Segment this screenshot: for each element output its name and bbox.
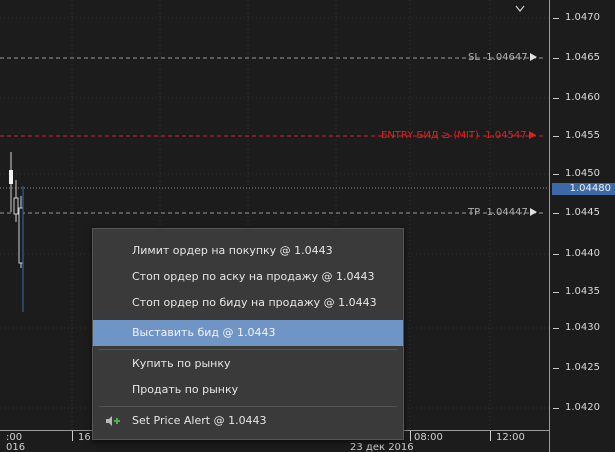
time-label: 08:00 [414, 432, 443, 443]
time-label: 12:00 [496, 432, 525, 443]
menu-item-place-bid[interactable]: Выставить бид @ 1.0443 [93, 320, 403, 346]
flag-icon [529, 208, 537, 216]
time-label: 16 [78, 432, 91, 443]
tp-label: TP [468, 207, 481, 218]
set-price-alert-label: Set Price Alert @ 1.0443 [132, 414, 267, 427]
candles [9, 152, 24, 312]
sl-label: SL [468, 52, 480, 63]
chart-window: SL 1.04647 ENTRY БИД ≥ (MIT) 1.04547 TP … [0, 0, 615, 452]
flag-icon [529, 53, 537, 61]
menu-item-buy-market[interactable]: Купить по рынку [93, 351, 403, 377]
date-label: 23 дек 2016 [350, 442, 414, 452]
menu-separator [99, 349, 397, 350]
speaker-plus-icon [106, 416, 120, 426]
context-menu: Лимит ордер на покупку @ 1.0443 Стоп орд… [92, 228, 404, 440]
menu-item-sell-market[interactable]: Продать по рынку [93, 377, 403, 403]
price-axis[interactable]: 1.0470 1.0465 1.0460 1.0455 1.0450 1.044… [549, 0, 615, 452]
tp-price: 1.04447 [486, 207, 528, 218]
sl-line-label[interactable]: SL 1.04647 [468, 52, 537, 64]
time-separator [72, 431, 73, 441]
menu-item-buy-limit[interactable]: Лимит ордер на покупку @ 1.0443 [93, 238, 403, 264]
entry-label: ENTRY БИД ≥ (MIT) [381, 130, 479, 141]
flag-icon [528, 131, 536, 139]
date-label: 016 [6, 442, 26, 452]
sl-price: 1.04647 [486, 52, 528, 63]
entry-price: 1.04547 [485, 130, 527, 141]
time-separator [410, 431, 411, 441]
menu-separator [99, 406, 397, 407]
menu-item-sell-stop-bid[interactable]: Стоп ордер по биду на продажу @ 1.0443 [93, 290, 403, 316]
menu-item-set-price-alert[interactable]: Set Price Alert @ 1.0443 [93, 408, 403, 434]
current-price-tag: 1.04480 [552, 183, 615, 195]
menu-item-sell-stop-ask[interactable]: Стоп ордер по аску на продажу @ 1.0443 [93, 264, 403, 290]
tp-line-label[interactable]: TP 1.04447 [468, 207, 537, 219]
time-separator [490, 431, 491, 441]
entry-line-label[interactable]: ENTRY БИД ≥ (MIT) 1.04547 [381, 130, 536, 142]
